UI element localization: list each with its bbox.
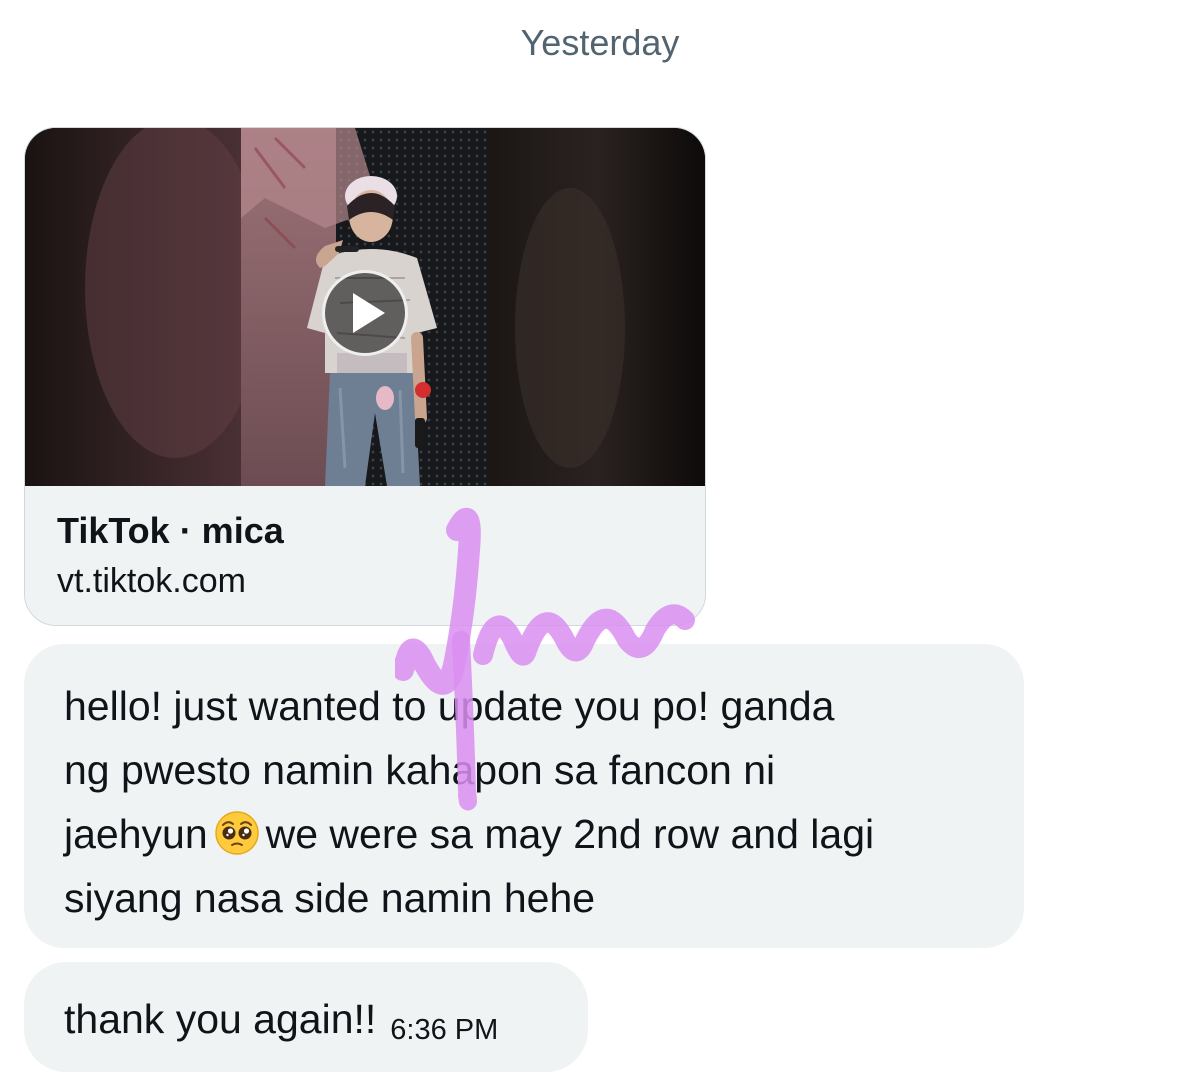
play-icon: [353, 293, 385, 333]
message-text: jaehyun: [64, 811, 208, 857]
date-separator: Yesterday: [520, 22, 680, 63]
link-preview-title: TikTok · mica: [57, 510, 284, 551]
message-line: jaehyun we were sa may 2nd row and lagi: [64, 802, 984, 866]
dm-conversation: Yesterday TikTok · mica vt.tiktok.com he…: [0, 0, 1200, 1090]
message-bubble[interactable]: hello! just wanted to update you po! gan…: [24, 644, 1024, 948]
link-preview-meta[interactable]: TikTok · mica vt.tiktok.com: [25, 486, 705, 625]
pleading-face-emoji-icon: [214, 811, 259, 855]
play-button[interactable]: [322, 270, 408, 356]
message-text: thank you again!!: [64, 996, 377, 1042]
link-preview-domain: vt.tiktok.com: [57, 562, 246, 600]
message-bubble[interactable]: thank you again!! 6:36 PM: [24, 962, 588, 1072]
message-timestamp: 6:36 PM: [390, 1014, 499, 1046]
message-text: we were sa may 2nd row and lagi: [265, 811, 875, 857]
link-preview-card[interactable]: TikTok · mica vt.tiktok.com: [24, 127, 706, 626]
message-line: hello! just wanted to update you po! gan…: [64, 683, 835, 729]
message-line: siyang nasa side namin hehe: [64, 875, 596, 921]
video-thumbnail[interactable]: [25, 128, 705, 486]
message-line: ng pwesto namin kahapon sa fancon ni: [64, 747, 776, 793]
